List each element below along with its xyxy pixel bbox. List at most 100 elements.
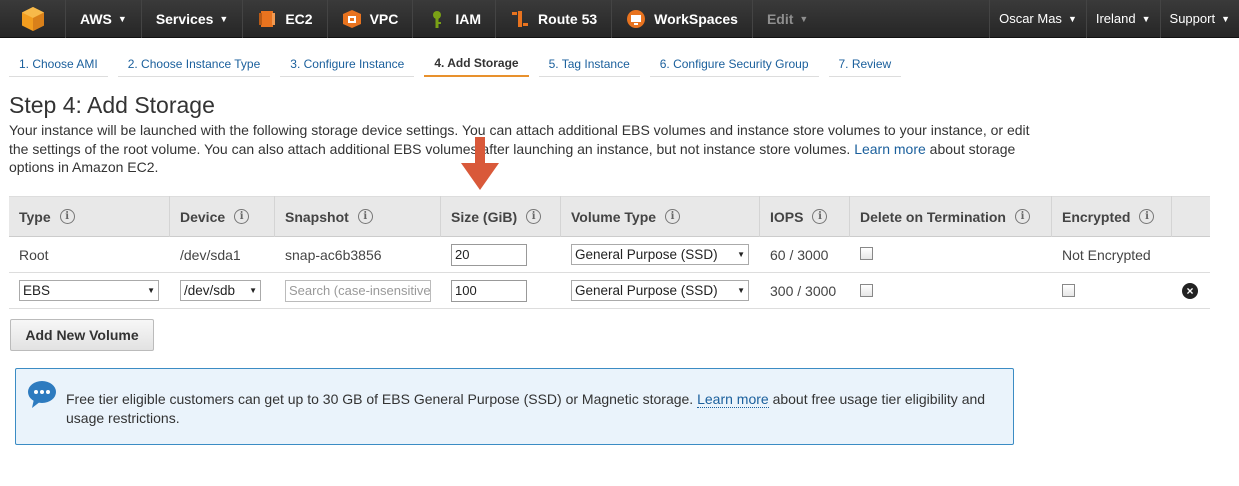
shortcut-iam[interactable]: IAM <box>413 0 497 38</box>
col-label: IOPS <box>770 208 804 225</box>
aws-cube-icon <box>21 6 44 31</box>
cell-volume-type: General Purpose (SSD) ▼ <box>561 273 760 309</box>
region-menu-label: Ireland <box>1095 11 1136 26</box>
size-input[interactable]: 20 <box>451 243 527 266</box>
step-tag-instance[interactable]: 5. Tag Instance <box>538 51 640 77</box>
chevron-down-icon: ▼ <box>1221 13 1230 24</box>
cell-snapshot: Search (case-insensitive) <box>275 273 441 309</box>
storage-table: Type i Device i Snapshot i Size (GiB) i Volu… <box>9 196 1210 309</box>
delete-on-termination-checkbox[interactable] <box>860 246 873 260</box>
free-tier-learn-more-link[interactable]: Learn more <box>697 391 769 408</box>
cell-actions <box>1172 237 1210 273</box>
free-tier-info-text: Free tier eligible customers can get up … <box>66 390 1006 427</box>
cell-type: Root <box>19 246 49 263</box>
select-value: General Purpose (SSD) <box>575 283 718 298</box>
cell-device: /dev/sda1 <box>180 246 241 263</box>
col-delete-on-termination: Delete on Termination i <box>850 196 1052 237</box>
select-value: /dev/sdb <box>184 283 236 298</box>
cell-encrypted: Not Encrypted <box>1062 246 1151 263</box>
volume-type-select[interactable]: General Purpose (SSD) ▼ <box>571 280 749 301</box>
col-label: Encrypted <box>1062 208 1131 225</box>
col-size: Size (GiB) i <box>441 196 561 237</box>
step-choose-ami[interactable]: 1. Choose AMI <box>9 51 108 77</box>
device-select[interactable]: /dev/sdb ▼ <box>180 280 261 301</box>
services-menu-label: Services <box>155 10 214 27</box>
chevron-down-icon: ▼ <box>147 286 155 295</box>
page-title: Step 4: Add Storage <box>9 92 215 118</box>
info-icon[interactable]: i <box>59 209 75 224</box>
info-icon[interactable]: i <box>234 209 250 224</box>
services-menu[interactable]: Services ▼ <box>142 0 244 38</box>
cell-volume-type: General Purpose (SSD) ▼ <box>561 237 760 273</box>
col-device: Device i <box>170 196 275 237</box>
cell-iops: 300 / 3000 <box>770 282 837 299</box>
vpc-icon <box>342 9 361 28</box>
cell-encrypted <box>1052 273 1172 309</box>
chevron-down-icon: ▼ <box>117 13 127 24</box>
col-label: Volume Type <box>571 208 657 225</box>
col-volume-type: Volume Type i <box>561 196 760 237</box>
region-menu[interactable]: Ireland ▼ <box>1085 0 1160 38</box>
snapshot-search-input[interactable]: Search (case-insensitive) <box>285 279 431 302</box>
encrypted-checkbox[interactable] <box>1062 284 1075 297</box>
volume-type-select[interactable]: General Purpose (SSD) ▼ <box>571 244 749 265</box>
intro-text: Your instance will be launched with the … <box>9 121 1034 177</box>
chevron-down-icon: ▼ <box>219 13 229 24</box>
support-menu-label: Support <box>1169 11 1216 26</box>
type-select[interactable]: EBS ▼ <box>19 280 159 301</box>
step-configure-security-group[interactable]: 6. Configure Security Group <box>649 51 819 77</box>
cell-snapshot: snap-ac6b3856 <box>285 246 382 263</box>
info-body: Free tier eligible customers can get up … <box>66 391 694 407</box>
add-new-volume-button[interactable]: Add New Volume <box>10 319 154 351</box>
top-nav: AWS ▼ Services ▼ EC2 VPC IAM Route 53 Wo… <box>0 0 1239 38</box>
shortcut-workspaces[interactable]: WorkSpaces <box>612 0 753 38</box>
user-menu[interactable]: Oscar Mas ▼ <box>989 0 1086 38</box>
step-choose-instance-type[interactable]: 2. Choose Instance Type <box>117 51 271 77</box>
step-review[interactable]: 7. Review <box>828 51 902 77</box>
down-arrow-icon <box>461 137 499 190</box>
aws-menu[interactable]: AWS ▼ <box>66 0 142 38</box>
table-row: EBS ▼ /dev/sdb ▼ Search (case-insensitiv… <box>9 273 1210 309</box>
chevron-down-icon: ▼ <box>737 286 745 295</box>
chevron-down-icon: ▼ <box>737 250 745 259</box>
info-icon[interactable]: i <box>357 209 373 224</box>
shortcut-ec2[interactable]: EC2 <box>243 0 328 38</box>
free-tier-info-box: Free tier eligible customers can get up … <box>15 368 1014 445</box>
step-add-storage[interactable]: 4. Add Storage <box>424 51 529 77</box>
size-input[interactable]: 100 <box>451 279 527 302</box>
route53-icon <box>512 10 529 27</box>
shortcut-label: WorkSpaces <box>654 10 738 27</box>
edit-menu[interactable]: Edit ▼ <box>753 0 822 38</box>
shortcut-label: VPC <box>369 10 399 27</box>
col-actions <box>1172 196 1210 237</box>
col-snapshot: Snapshot i <box>275 196 441 237</box>
info-icon[interactable]: i <box>1014 209 1030 224</box>
cell-iops: 60 / 3000 <box>770 246 829 263</box>
step-configure-instance[interactable]: 3. Configure Instance <box>280 51 415 77</box>
shortcut-label: Route 53 <box>538 10 598 27</box>
wizard-steps: 1. Choose AMI 2. Choose Instance Type 3.… <box>9 51 911 77</box>
cell-device: /dev/sdb ▼ <box>170 273 275 309</box>
support-menu[interactable]: Support ▼ <box>1159 0 1239 38</box>
learn-more-link[interactable]: Learn more <box>854 141 926 157</box>
info-icon[interactable]: i <box>812 209 828 224</box>
aws-logo[interactable] <box>0 0 66 38</box>
chat-bubble-icon <box>28 381 56 408</box>
shortcut-route53[interactable]: Route 53 <box>496 0 613 38</box>
info-icon[interactable]: i <box>665 209 681 224</box>
remove-volume-icon[interactable]: × <box>1182 282 1198 299</box>
shortcut-vpc[interactable]: VPC <box>328 0 414 38</box>
cell-size: 100 <box>441 273 561 309</box>
workspaces-icon <box>627 9 646 28</box>
info-icon[interactable]: i <box>1139 209 1155 224</box>
delete-on-termination-checkbox[interactable] <box>860 284 873 297</box>
cell-type: EBS ▼ <box>9 273 170 309</box>
cell-delete-on-termination <box>850 237 1052 273</box>
cell-size: 20 <box>441 237 561 273</box>
chevron-down-icon: ▼ <box>1067 13 1077 24</box>
table-row: Root /dev/sda1 snap-ac6b3856 20 General … <box>9 237 1210 273</box>
info-icon[interactable]: i <box>526 209 542 224</box>
cell-delete-on-termination <box>850 273 1052 309</box>
ec2-icon <box>259 10 276 27</box>
chevron-down-icon: ▼ <box>799 13 809 24</box>
